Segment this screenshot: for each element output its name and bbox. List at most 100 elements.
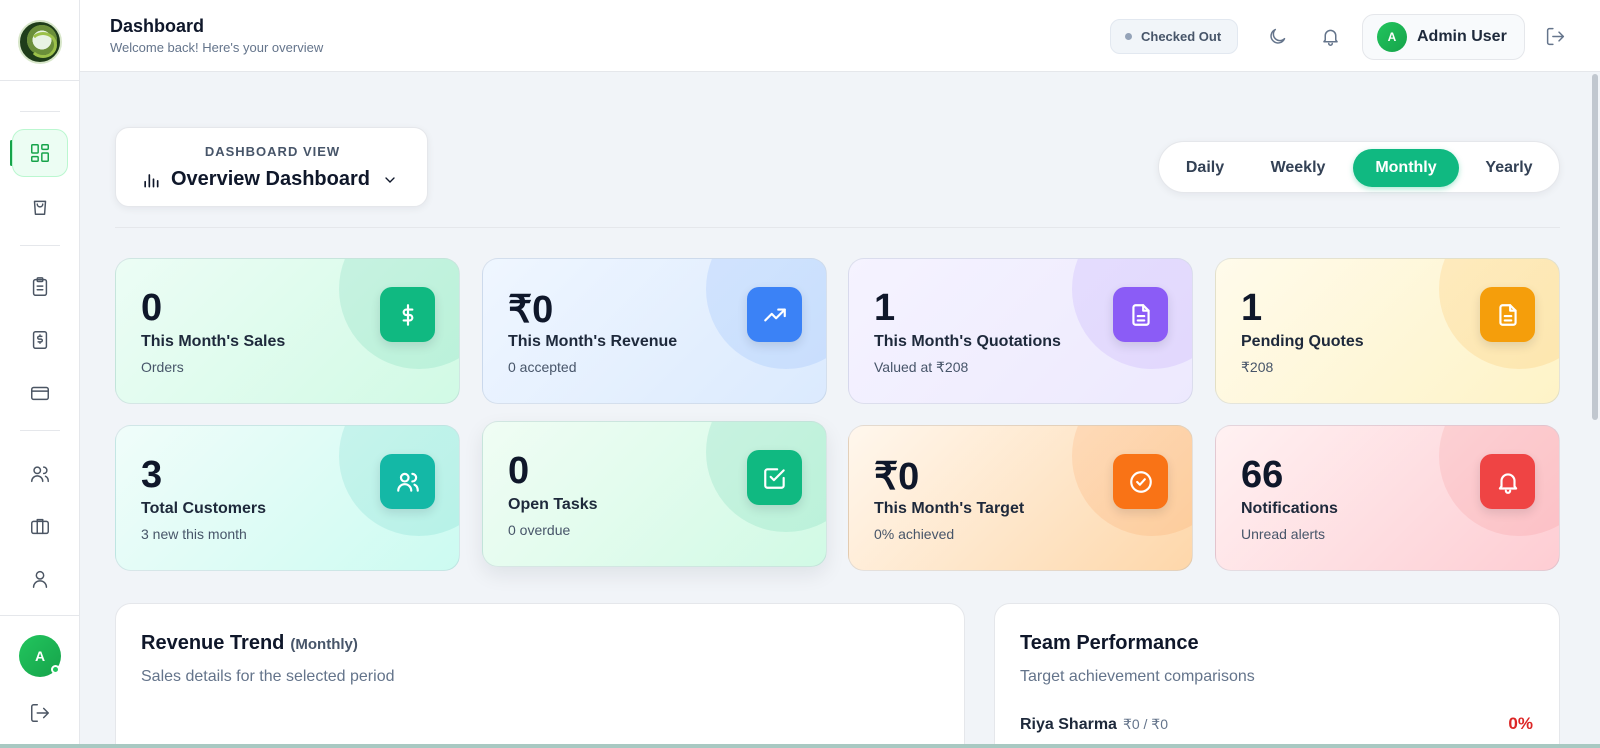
period-monthly-button[interactable]: Monthly: [1353, 149, 1459, 187]
sidebar-item-payments[interactable]: [12, 369, 68, 417]
member-percent: 0%: [1508, 714, 1533, 733]
stat-value: ₹0: [874, 456, 920, 498]
bell-icon: [1498, 472, 1517, 494]
document-icon: [1131, 303, 1150, 326]
logout-icon: [1546, 27, 1564, 45]
period-yearly-button[interactable]: Yearly: [1465, 149, 1553, 187]
credit-card-icon: [31, 386, 49, 401]
stat-icon-tile: [1113, 287, 1168, 342]
sidebar-item-briefcase[interactable]: [12, 502, 68, 550]
sidebar-separator: [20, 111, 60, 112]
stat-card-notifications[interactable]: 66 Notifications Unread alerts: [1215, 425, 1560, 571]
sidebar-item-profile[interactable]: [12, 555, 68, 603]
user-name: Admin User: [1417, 28, 1507, 45]
sidebar-item-shop[interactable]: [12, 182, 68, 230]
briefcase-icon: [31, 518, 49, 535]
check-circle-icon: [1129, 470, 1152, 493]
sidebar-separator: [20, 245, 60, 246]
stat-card-open-tasks[interactable]: 0 Open Tasks 0 overdue: [482, 421, 827, 567]
stat-value: 1: [1241, 287, 1263, 329]
section-divider: [115, 227, 1560, 228]
view-selector-label: DASHBOARD VIEW: [204, 144, 341, 159]
stat-label: This Month's Revenue: [508, 333, 678, 350]
stat-icon-tile: [747, 450, 802, 505]
stat-value: 1: [874, 287, 896, 329]
stat-icon-tile: [380, 454, 435, 509]
sidebar-divider: [0, 615, 80, 616]
page-scrollbar[interactable]: [1592, 74, 1598, 420]
stat-icon-tile: [1480, 287, 1535, 342]
sidebar-divider: [0, 80, 80, 81]
stat-label: Total Customers: [141, 500, 267, 517]
notifications-button[interactable]: [1318, 24, 1342, 48]
sidebar-logout-button[interactable]: [12, 689, 68, 737]
logout-button[interactable]: [1543, 24, 1567, 48]
revenue-trend-panel: Revenue Trend (Monthly) Sales details for…: [115, 603, 965, 748]
period-weekly-button[interactable]: Weekly: [1251, 149, 1345, 187]
stat-subtext: 0 overdue: [508, 522, 571, 538]
sidebar-item-dashboard[interactable]: [12, 129, 68, 177]
stat-subtext: Valued at ₹208: [874, 359, 969, 375]
stat-label: Pending Quotes: [1241, 333, 1364, 350]
stat-card-customers[interactable]: 3 Total Customers 3 new this month: [115, 425, 460, 571]
stat-subtext: 3 new this month: [141, 526, 247, 542]
stat-value: 0: [141, 287, 163, 329]
view-selector-title: Overview Dashboard: [171, 168, 370, 190]
stat-subtext: 0% achieved: [874, 526, 955, 542]
status-dot: [1125, 33, 1132, 40]
theme-toggle-button[interactable]: [1265, 24, 1289, 48]
revenue-title: Revenue Trend: [141, 632, 285, 654]
stat-card-target[interactable]: ₹0 This Month's Target 0% achieved: [848, 425, 1193, 571]
logout-icon: [31, 704, 49, 722]
dashboard-grid-icon: [31, 144, 49, 162]
attendance-status-badge[interactable]: Checked Out: [1110, 19, 1239, 54]
stat-subtext: Unread alerts: [1241, 526, 1326, 542]
user-menu-button[interactable]: A Admin User: [1362, 14, 1525, 60]
online-status-dot: [51, 665, 60, 674]
stat-subtext: 0 accepted: [508, 359, 577, 375]
page-title: Dashboard: [110, 16, 205, 36]
member-name: Riya Sharma: [1020, 716, 1117, 733]
avatar: A: [1377, 22, 1407, 52]
stat-label: Open Tasks: [508, 496, 598, 513]
stat-subtext: ₹208: [1241, 359, 1274, 375]
panel-title: Revenue Trend (Monthly): [141, 632, 358, 655]
panel-subtitle: Sales details for the selected period: [141, 668, 395, 685]
stat-card-sales[interactable]: 0 This Month's Sales Orders: [115, 258, 460, 404]
stat-card-quotations[interactable]: 1 This Month's Quotations Valued at ₹208: [848, 258, 1193, 404]
stat-subtext: Orders: [141, 359, 184, 375]
stat-icon-tile: [747, 287, 802, 342]
stat-value: 66: [1241, 454, 1284, 496]
stat-value: 0: [508, 450, 530, 492]
company-logo[interactable]: [18, 20, 62, 64]
team-member-row: Riya Sharma ₹0 / ₹0: [1020, 716, 1168, 734]
shopping-bag-icon: [33, 200, 47, 215]
team-performance-panel: Team Performance Target achievement comp…: [994, 603, 1560, 748]
status-text: Checked Out: [1141, 29, 1222, 44]
stat-label: This Month's Sales: [141, 333, 286, 350]
sidebar-separator: [20, 430, 60, 431]
check-square-icon: [763, 467, 785, 489]
document-icon: [1498, 303, 1517, 326]
period-daily-button[interactable]: Daily: [1167, 149, 1243, 187]
stat-label: Notifications: [1241, 500, 1338, 517]
member-values: ₹0 / ₹0: [1122, 716, 1168, 732]
users-icon: [31, 466, 49, 483]
stat-card-revenue[interactable]: ₹0 This Month's Revenue 0 accepted: [482, 258, 827, 404]
sidebar-item-invoices[interactable]: [12, 316, 68, 364]
stat-value: ₹0: [508, 289, 554, 331]
sidebar-avatar[interactable]: A: [19, 635, 61, 677]
bar-chart-icon: [144, 173, 159, 187]
sidebar-item-customers[interactable]: [12, 450, 68, 498]
panel-title: Team Performance: [1020, 632, 1199, 654]
panel-subtitle: Target achievement comparisons: [1020, 668, 1255, 685]
stat-icon-tile: [1480, 454, 1535, 509]
clipboard-list-icon: [32, 277, 48, 296]
sidebar-item-tasks[interactable]: [12, 263, 68, 311]
stat-label: This Month's Quotations: [874, 333, 1061, 350]
stat-card-pending-quotes[interactable]: 1 Pending Quotes ₹208: [1215, 258, 1560, 404]
stat-icon-tile: [380, 287, 435, 342]
page-subtitle: Welcome back! Here's your overview: [110, 40, 324, 55]
dashboard-view-selector[interactable]: DASHBOARD VIEW Overview Dashboard: [115, 127, 428, 207]
dollar-icon: [402, 303, 413, 326]
